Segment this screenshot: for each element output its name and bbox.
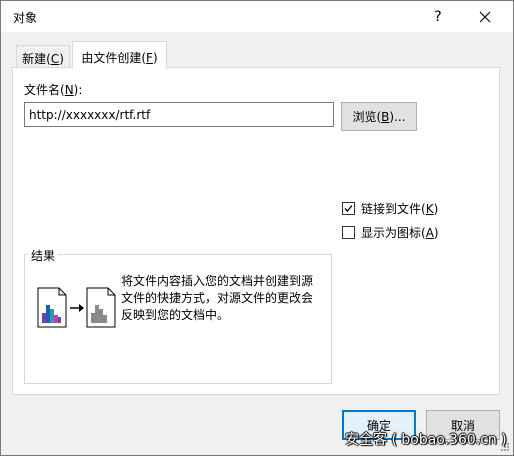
checkbox-unchecked[interactable] — [342, 226, 355, 239]
title-bar[interactable]: 对象 ? — [1, 1, 513, 32]
tab-new[interactable]: 新建(C) — [16, 45, 70, 68]
link-to-file-label: 链接到文件(K) — [361, 202, 439, 216]
watermark: 安全客 ( bobao.360.cn ) — [345, 432, 507, 448]
tab-file-accesskey: F — [146, 51, 153, 65]
filename-input[interactable] — [24, 102, 334, 127]
tab-file-label-suffix: ) — [152, 51, 158, 65]
arrow-right-icon — [70, 304, 84, 312]
help-button[interactable]: ? — [421, 3, 455, 30]
result-description: 将文件内容插入您的文档并创建到源 文件的快捷方式，对源文件的更改会 反映到您的文… — [121, 273, 321, 324]
close-icon — [479, 11, 491, 22]
linked-document-icon — [86, 287, 116, 328]
tab-new-label: 新建( — [22, 52, 51, 66]
link-illustration — [37, 287, 116, 328]
tab-create-from-file[interactable]: 由文件创建(F) — [72, 41, 167, 69]
tab-file-label: 由文件创建( — [81, 51, 147, 65]
result-description-line: 文件的快捷方式，对源文件的更改会 — [121, 291, 314, 305]
result-description-line: 反映到您的文档中。 — [121, 308, 230, 322]
tab-new-label-suffix: ) — [59, 52, 64, 66]
link-to-file-checkbox[interactable]: 链接到文件(K) — [342, 200, 438, 217]
source-document-icon — [37, 287, 67, 328]
object-dialog: 对象 ? 新建(C) 由文件创建(F) 文件名(N): 浏览(B)... 链接到… — [0, 0, 514, 456]
result-description-line: 将文件内容插入您的文档并创建到源 — [121, 274, 314, 288]
browse-button[interactable]: 浏览(B)... — [341, 102, 417, 131]
display-as-icon-checkbox[interactable]: 显示为图标(A) — [342, 224, 439, 241]
checkmark-icon — [344, 205, 353, 212]
help-icon: ? — [434, 8, 442, 25]
dialog-title: 对象 — [13, 11, 38, 25]
tab-new-accesskey: C — [50, 52, 60, 66]
result-group-title: 结果 — [28, 247, 59, 264]
close-button[interactable] — [467, 3, 503, 30]
filename-label: 文件名(N): — [24, 83, 83, 97]
display-as-icon-label: 显示为图标(A) — [361, 226, 439, 240]
browse-button-label: 浏览(B)... — [352, 110, 406, 124]
checkbox-checked[interactable] — [342, 202, 355, 215]
